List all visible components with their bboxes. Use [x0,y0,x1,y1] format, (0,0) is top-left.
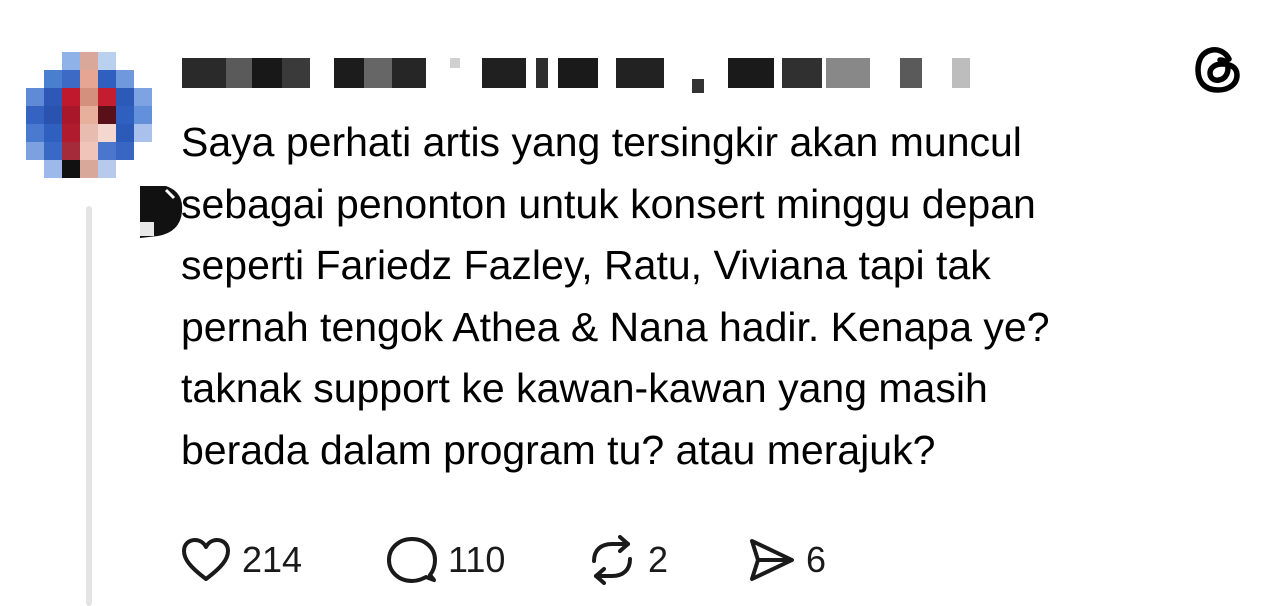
add-follow-badge-icon[interactable] [136,186,184,238]
post-text-line: sebagai penonton untuk konsert minggu de… [181,180,1036,227]
post-text-line: Saya perhati artis yang tersingkir akan … [181,119,1022,165]
share-button[interactable]: 6 [746,532,826,588]
post-text-line: pernah tengok Athea & Nana hadir. Kenapa… [181,303,1050,350]
threads-logo-icon[interactable] [1192,44,1244,96]
send-icon [750,539,794,581]
repost-button[interactable]: 2 [586,532,668,588]
username-redacted[interactable] [182,55,982,93]
thread-post: Saya perhati artis yang tersingkir akan … [0,0,1280,606]
post-body-text: Saya perhati artis yang tersingkir akan … [181,112,1241,481]
reply-count: 110 [448,539,506,580]
avatar-pixelated-image [26,52,152,178]
like-button[interactable]: 214 [180,532,302,588]
post-text-line: seperti Fariedz Fazley, Ratu, Viviana ta… [181,242,991,288]
post-text-line: berada dalam program tu? atau merajuk? [181,426,936,473]
speech-bubble-icon [387,537,437,583]
repost-arrows-icon [592,535,632,585]
like-count: 214 [242,539,303,580]
heart-icon [182,538,230,581]
reply-button[interactable]: 110 [386,532,505,588]
post-text-line: taknak support ke kawan-kawan yang masih [181,365,988,411]
repost-count: 2 [648,539,669,580]
share-count: 6 [806,539,827,580]
avatar[interactable] [26,52,183,238]
thread-connector-line [86,206,92,606]
